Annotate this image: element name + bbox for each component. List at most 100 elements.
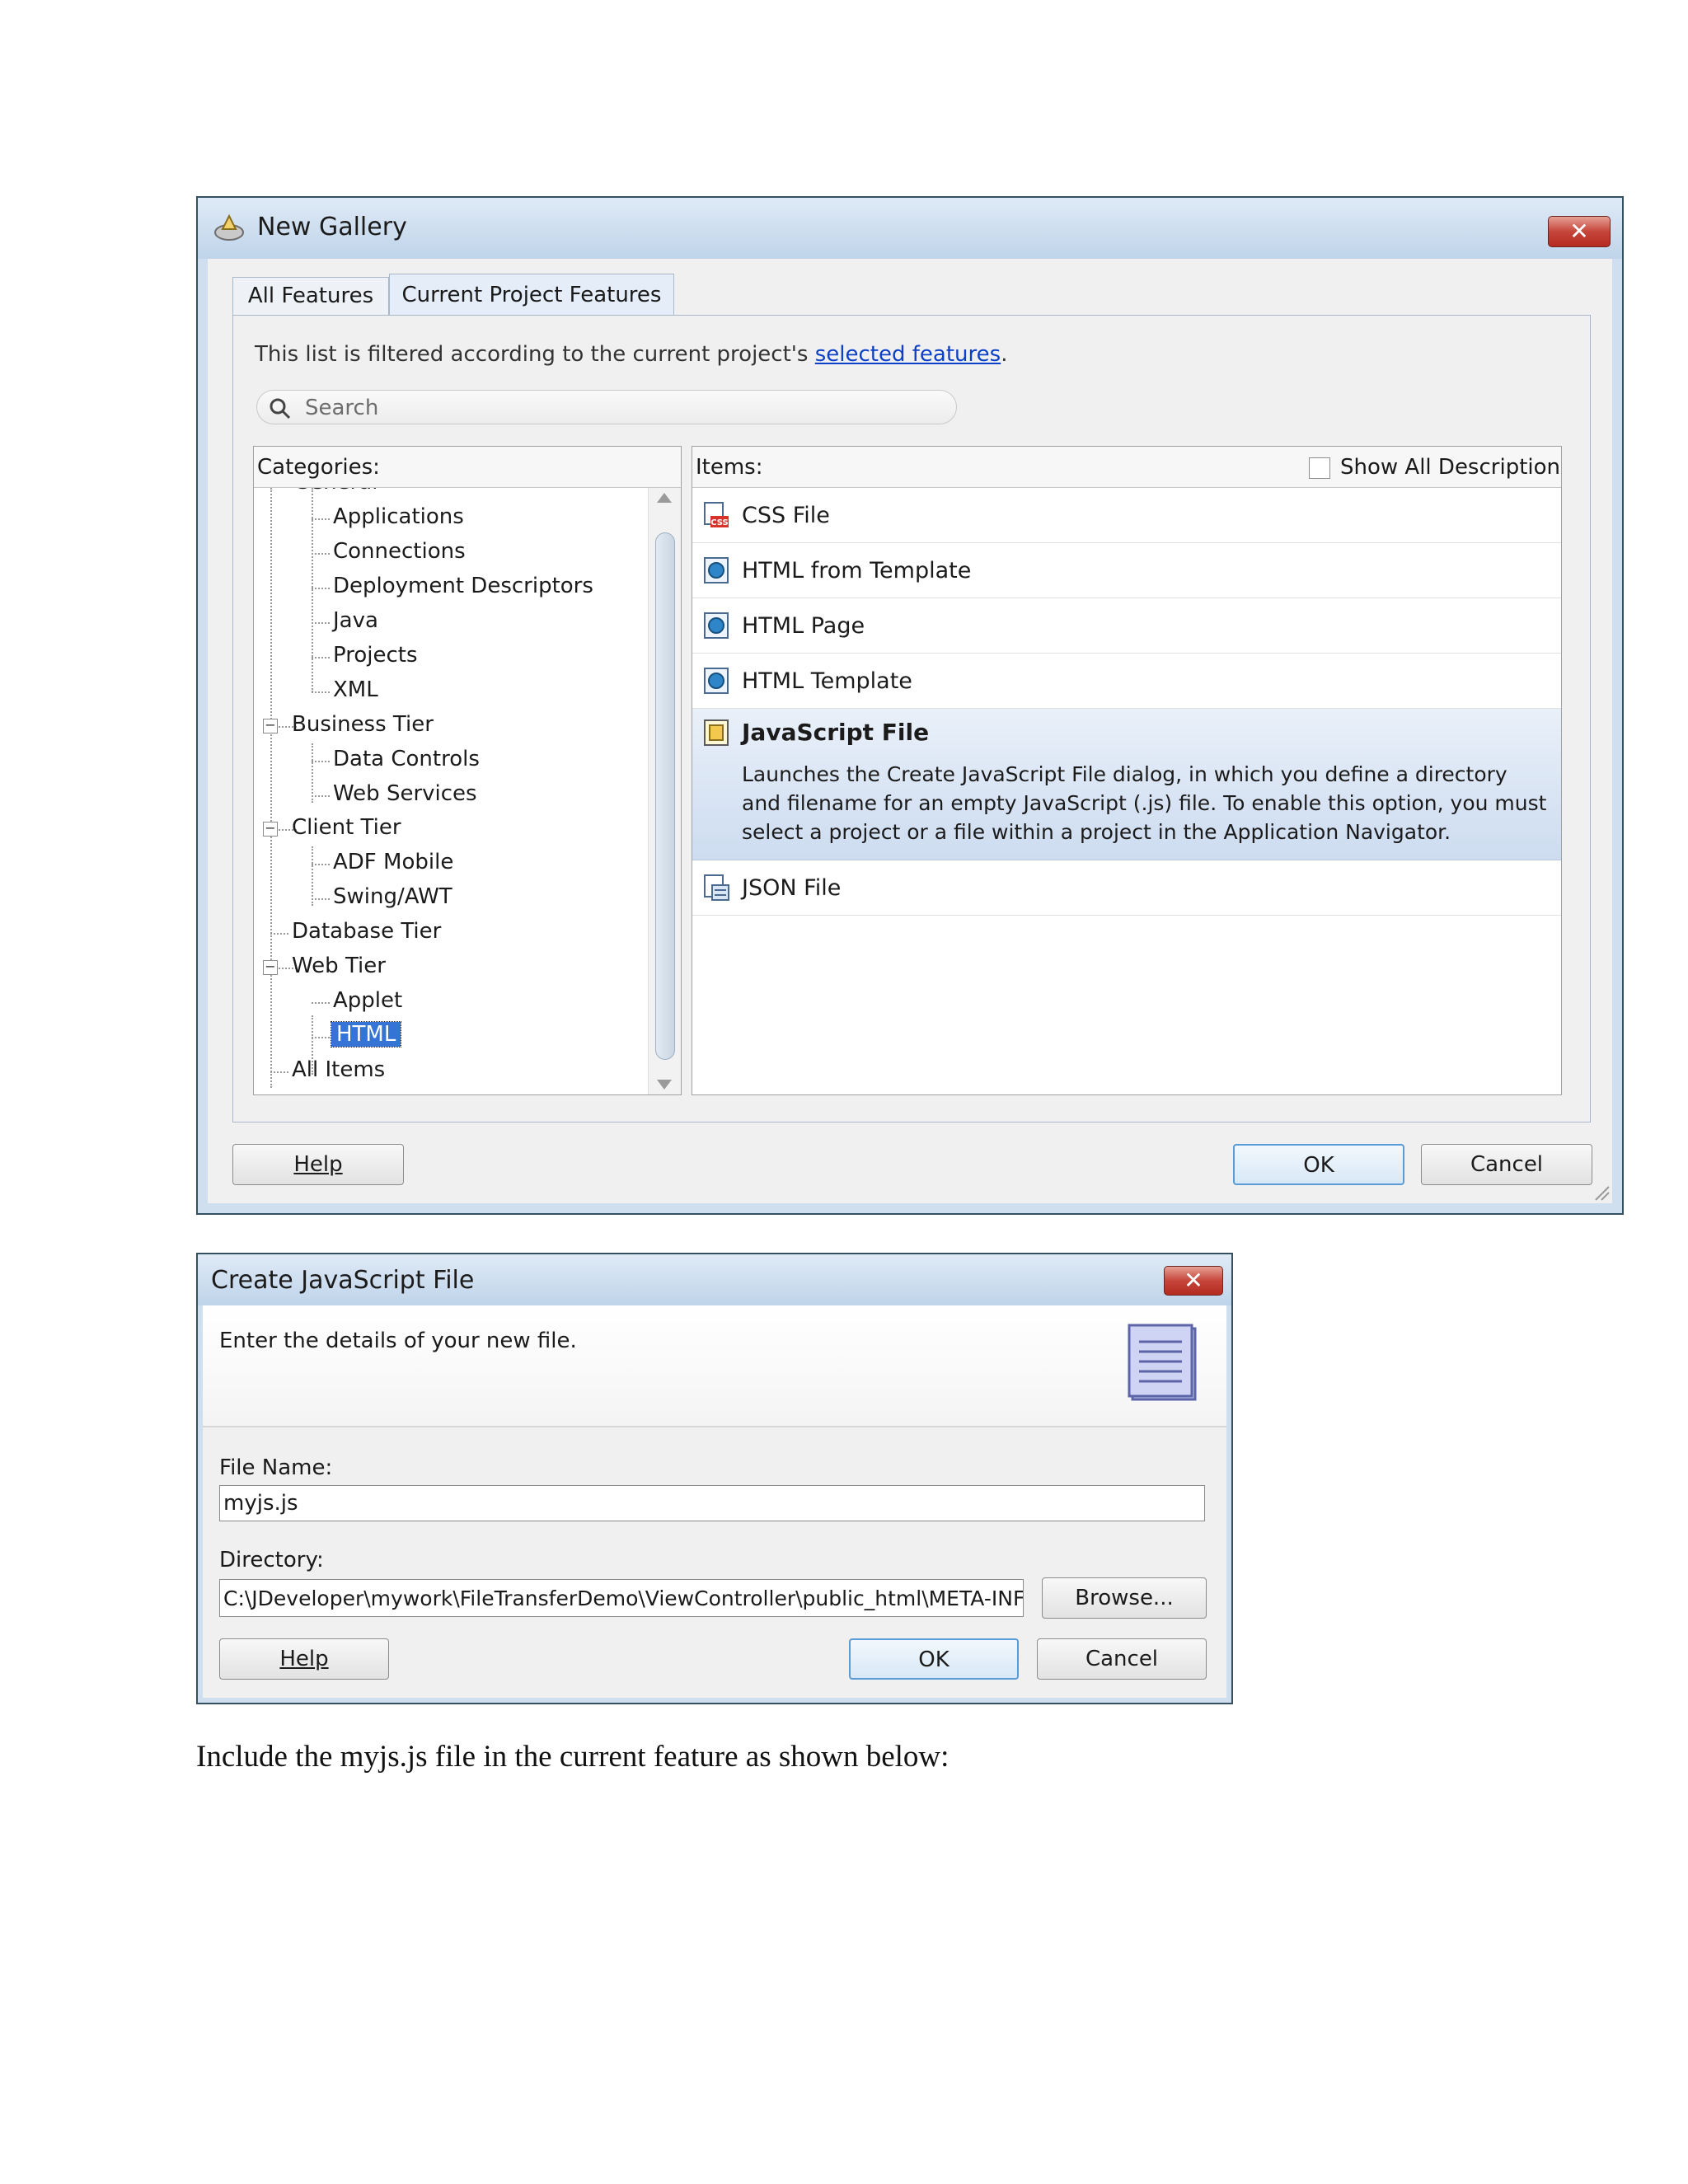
create-js-title-bar[interactable]: Create JavaScript File ✕ <box>198 1254 1231 1305</box>
tab-all-features-label: All Features <box>247 284 374 308</box>
tree-node-html-selected[interactable]: HTML <box>330 1021 402 1047</box>
ok-button-label: OK <box>918 1647 950 1672</box>
close-icon[interactable]: ✕ <box>1164 1266 1223 1296</box>
categories-pane: Categories: General Applications Connec <box>253 446 682 1095</box>
tree-node-all-items[interactable]: All Items <box>292 1057 385 1082</box>
javascript-file-label: JavaScript File <box>742 719 930 746</box>
tab-all-features[interactable]: All Features <box>232 277 389 315</box>
web-tier-collapse-icon[interactable]: − <box>263 960 278 975</box>
directory-input[interactable]: C:\JDeveloper\mywork\FileTransferDemo\Vi… <box>219 1579 1024 1617</box>
cancel-button[interactable]: Cancel <box>1421 1144 1592 1185</box>
categories-header-label: Categories: <box>257 455 380 480</box>
help-button[interactable]: Help <box>232 1144 404 1185</box>
create-js-dialog: Create JavaScript File ✕ Enter the detai… <box>196 1253 1233 1704</box>
json-file-label: JSON File <box>742 875 842 901</box>
close-icon[interactable]: ✕ <box>1548 216 1611 247</box>
categories-tree: General Applications Connections Deploym… <box>254 488 646 1094</box>
create-js-header-area: Enter the details of your new file. <box>203 1305 1226 1427</box>
tree-node-web-tier[interactable]: Web Tier <box>292 954 386 978</box>
scroll-up-icon[interactable] <box>657 493 672 503</box>
list-item-html-from-template[interactable]: HTML from Template <box>692 543 1561 598</box>
create-js-client: Enter the details of your new file. File… <box>203 1305 1226 1698</box>
help-button[interactable]: Help <box>219 1638 389 1680</box>
filter-info-end: . <box>1001 342 1008 367</box>
filter-info-text: This list is filtered according to the c… <box>255 342 815 367</box>
file-name-label: File Name: <box>219 1455 333 1480</box>
tab-panel: This list is filtered according to the c… <box>232 315 1591 1122</box>
list-item-html-page[interactable]: HTML Page <box>692 598 1561 654</box>
help-button-label: Help <box>293 1152 343 1177</box>
search-placeholder: Search <box>305 396 379 420</box>
resize-grip-icon[interactable] <box>1592 1183 1611 1202</box>
javascript-file-icon <box>704 719 729 746</box>
browse-button-label: Browse... <box>1075 1586 1174 1610</box>
tree-node-client-tier[interactable]: Client Tier <box>292 815 401 840</box>
tree-node-general[interactable]: General <box>293 488 377 494</box>
show-all-descriptions-checkbox[interactable] <box>1309 457 1330 479</box>
ok-button-label: OK <box>1303 1153 1334 1178</box>
scrollbar-thumb[interactable] <box>655 532 675 1060</box>
directory-value: C:\JDeveloper\mywork\FileTransferDemo\Vi… <box>223 1586 1024 1610</box>
document-icon <box>1128 1324 1197 1401</box>
tab-current-project-features[interactable]: Current Project Features <box>389 274 674 316</box>
json-file-icon <box>704 874 729 901</box>
tree-node-adf-mobile[interactable]: ADF Mobile <box>333 850 453 874</box>
directory-label: Directory: <box>219 1548 324 1572</box>
html-file-icon <box>704 668 729 694</box>
list-item-html-template[interactable]: HTML Template <box>692 654 1561 709</box>
tab-current-project-features-label: Current Project Features <box>401 283 662 307</box>
tree-node-applet[interactable]: Applet <box>333 988 402 1013</box>
filter-info: This list is filtered according to the c… <box>255 342 1007 367</box>
cancel-button-label: Cancel <box>1470 1152 1544 1177</box>
cancel-button[interactable]: Cancel <box>1037 1638 1207 1680</box>
tree-node-web-services[interactable]: Web Services <box>333 781 477 806</box>
scroll-down-icon[interactable] <box>657 1080 672 1090</box>
cancel-button-label: Cancel <box>1085 1647 1159 1671</box>
items-header-label: Items: <box>696 455 763 480</box>
browse-button[interactable]: Browse... <box>1042 1577 1207 1619</box>
tree-node-database-tier[interactable]: Database Tier <box>292 919 441 944</box>
tree-node-projects[interactable]: Projects <box>333 643 418 668</box>
list-item-json-file[interactable]: JSON File <box>692 860 1561 916</box>
tree-node-xml[interactable]: XML <box>333 677 378 702</box>
html-page-label: HTML Page <box>742 613 865 639</box>
file-name-input[interactable]: myjs.js <box>219 1485 1205 1521</box>
html-file-icon <box>704 612 729 639</box>
html-from-template-label: HTML from Template <box>742 558 972 583</box>
list-item-javascript-file-selected[interactable]: JavaScript File Launches the Create Java… <box>692 709 1561 860</box>
file-name-value: myjs.js <box>223 1491 298 1516</box>
create-js-title: Create JavaScript File <box>211 1266 475 1295</box>
document-caption: Include the myjs.js file in the current … <box>196 1740 950 1774</box>
client-tier-collapse-icon[interactable]: − <box>263 822 278 837</box>
business-tier-collapse-icon[interactable]: − <box>263 719 278 733</box>
html-file-icon <box>704 557 729 583</box>
help-button-label: Help <box>279 1647 329 1671</box>
css-file-label: CSS File <box>742 503 830 528</box>
ok-button[interactable]: OK <box>849 1638 1019 1680</box>
search-input[interactable]: Search <box>256 390 957 424</box>
css-file-icon: CSS <box>704 502 729 527</box>
items-pane: Items: Show All Descriptions CSS CSS Fil… <box>692 446 1562 1095</box>
ok-button[interactable]: OK <box>1233 1144 1404 1185</box>
tree-node-data-controls[interactable]: Data Controls <box>333 747 480 771</box>
tree-node-connections[interactable]: Connections <box>333 539 466 564</box>
gallery-wizard-icon <box>214 213 244 241</box>
categories-scrollbar[interactable] <box>648 488 681 1094</box>
html-template-label: HTML Template <box>742 668 912 694</box>
categories-header: Categories: <box>254 447 681 488</box>
list-item-css-file[interactable]: CSS CSS File <box>692 488 1561 543</box>
create-js-intro: Enter the details of your new file. <box>219 1329 577 1353</box>
selected-features-link[interactable]: selected features <box>815 342 1001 367</box>
tree-node-swing-awt[interactable]: Swing/AWT <box>333 884 452 909</box>
new-gallery-title: New Gallery <box>257 213 407 241</box>
show-all-descriptions-label[interactable]: Show All Descriptions <box>1340 455 1561 480</box>
items-header: Items: Show All Descriptions <box>692 447 1561 488</box>
tree-node-deployment-descriptors[interactable]: Deployment Descriptors <box>333 574 593 598</box>
svg-text:CSS: CSS <box>710 518 728 527</box>
tree-node-business-tier[interactable]: Business Tier <box>292 712 434 737</box>
tree-node-java[interactable]: Java <box>333 608 378 633</box>
new-gallery-window: New Gallery ✕ All Features Current Proje… <box>196 196 1624 1215</box>
tree-node-applications[interactable]: Applications <box>333 504 464 529</box>
new-gallery-client: All Features Current Project Features Th… <box>208 259 1612 1203</box>
new-gallery-title-bar[interactable]: New Gallery ✕ <box>198 198 1622 259</box>
